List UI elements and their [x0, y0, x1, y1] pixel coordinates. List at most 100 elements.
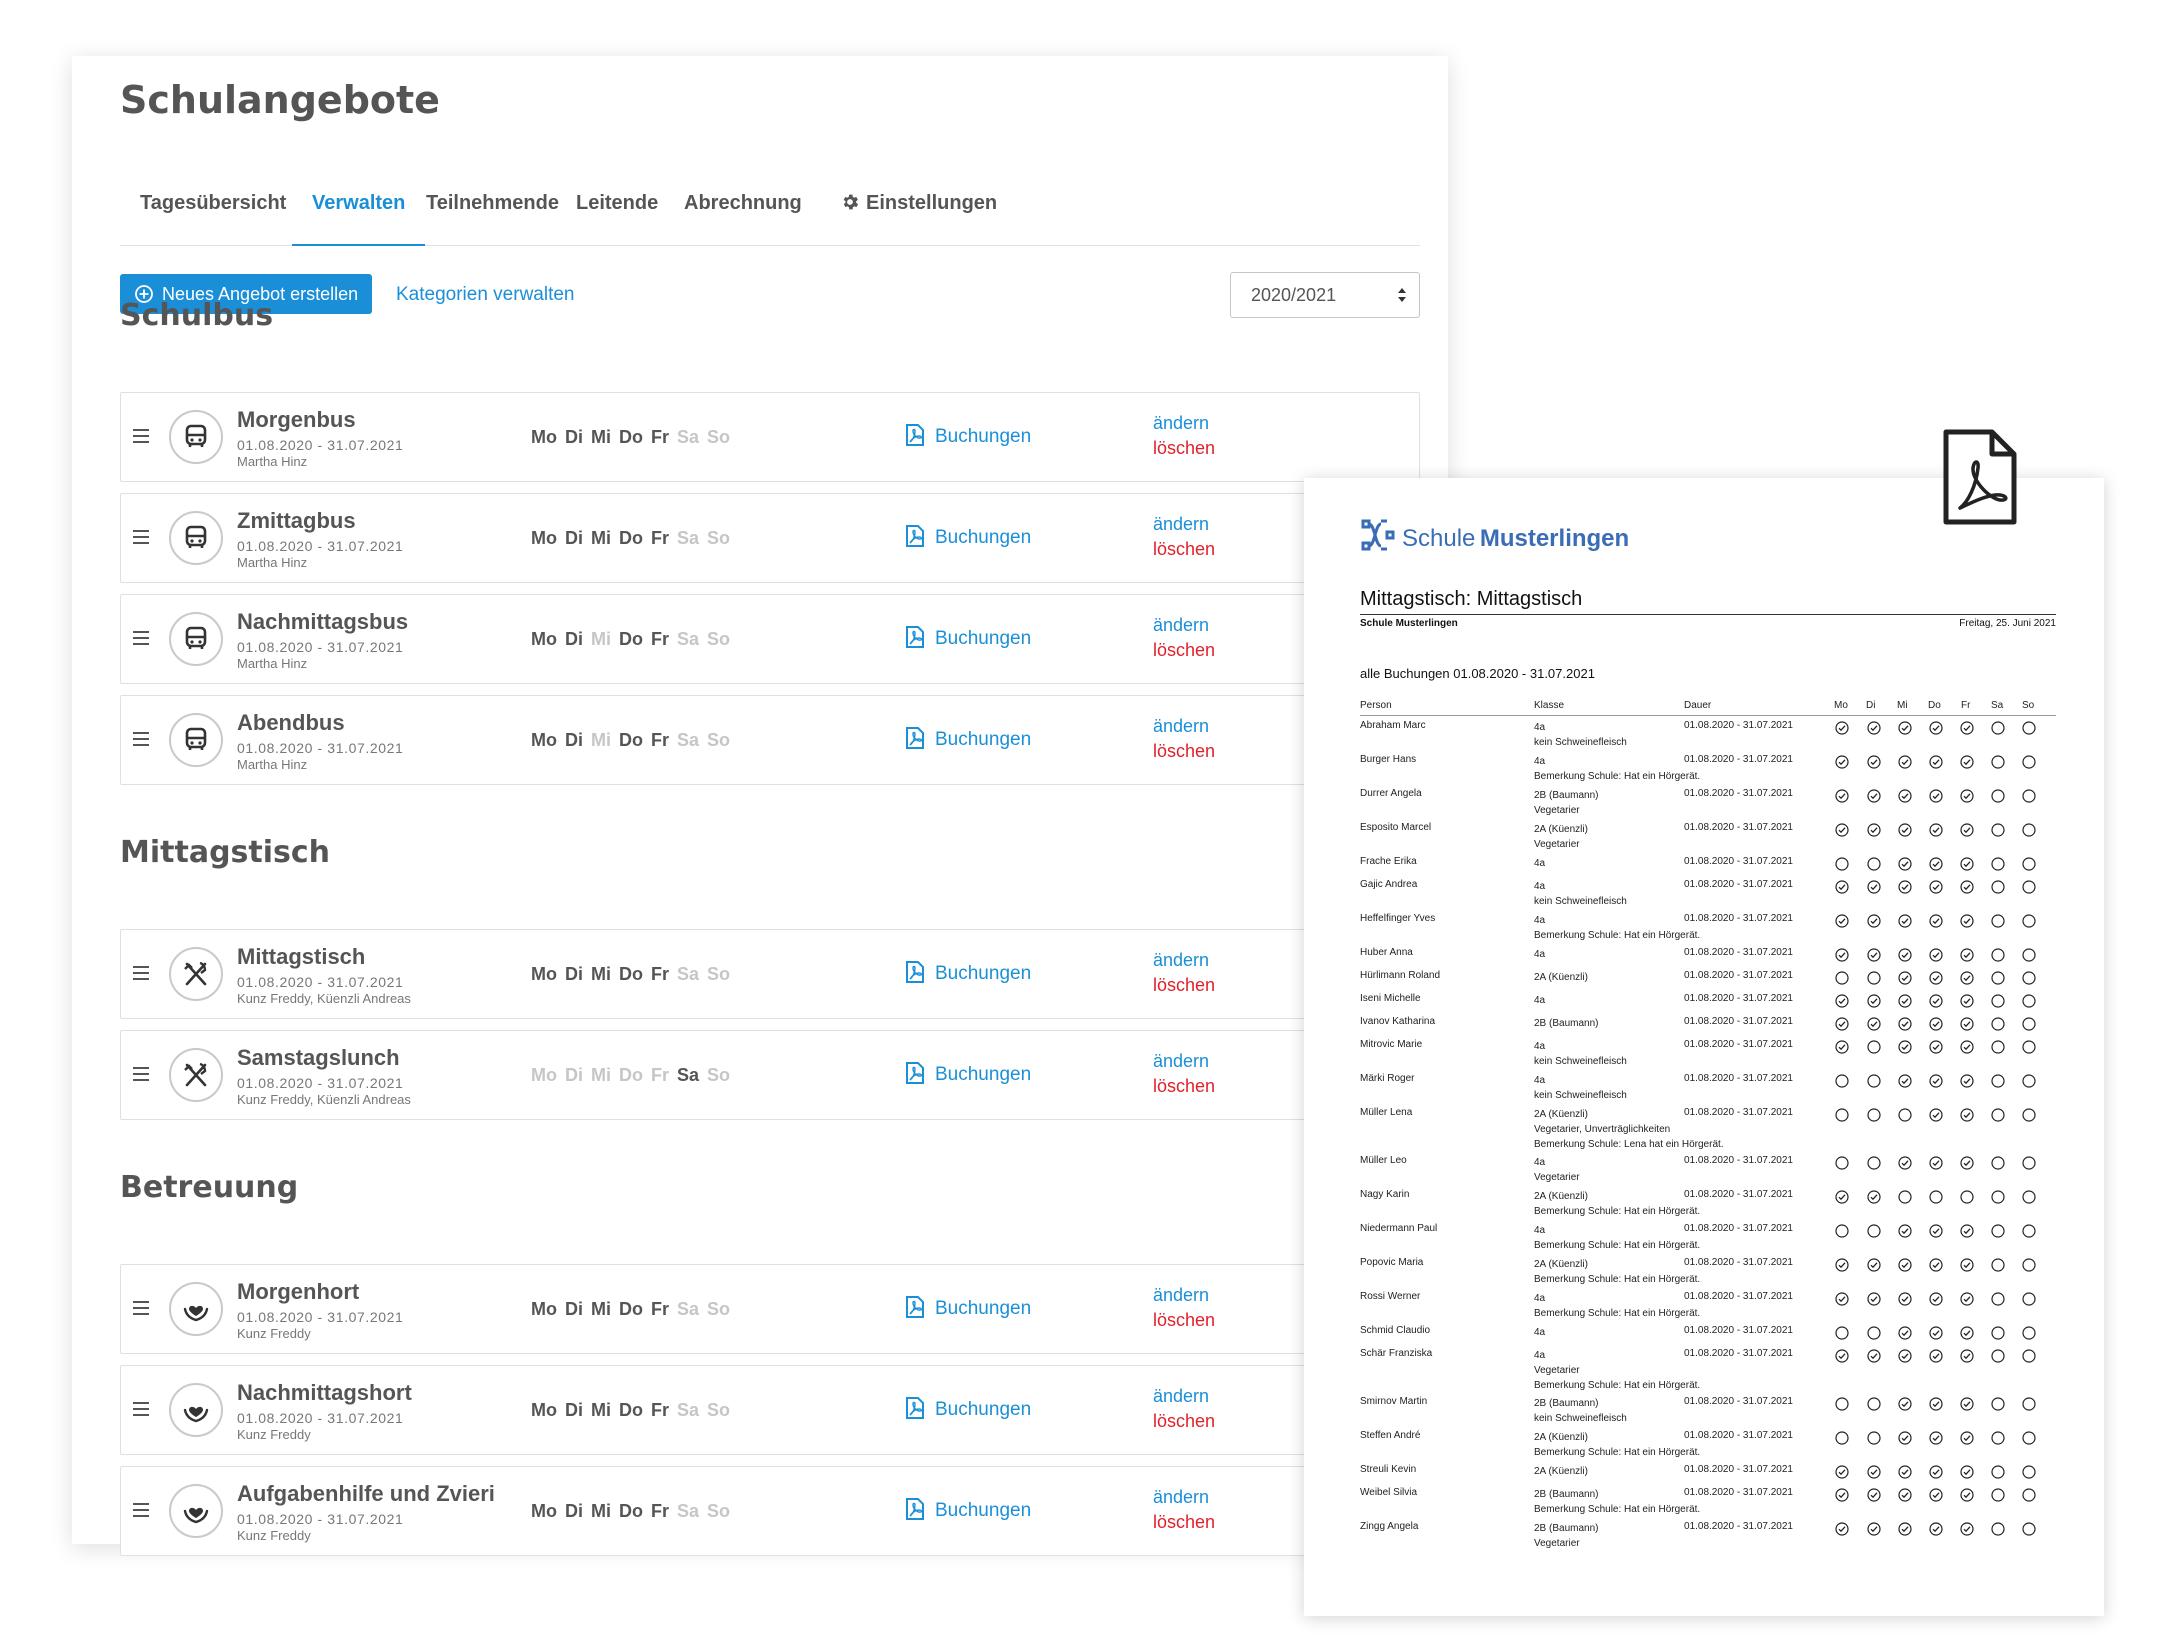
bookings-pdf-link[interactable]: Buchungen — [905, 423, 1031, 448]
pdf-school: Schule Musterlingen — [1360, 618, 1458, 629]
offer-dates: 01.08.2020 - 31.07.2021 — [237, 437, 404, 453]
class-note: Bemerkung Schule: Hat ein Hörgerät. — [1534, 1380, 1701, 1391]
delete-link[interactable]: löschen — [1153, 1411, 1215, 1432]
checked-circle-icon — [1898, 1397, 1912, 1411]
empty-circle-icon — [1991, 1224, 2005, 1238]
weekday-di: Di — [565, 1400, 583, 1420]
edit-link[interactable]: ändern — [1153, 1285, 1209, 1306]
bookings-pdf-link[interactable]: Buchungen — [905, 1497, 1031, 1522]
class-note: Bemerkung Schule: Hat ein Hörgerät. — [1534, 771, 1701, 782]
checked-circle-icon — [1929, 1108, 1943, 1122]
drag-handle-icon[interactable] — [133, 1067, 149, 1081]
empty-circle-icon — [1835, 1326, 1849, 1340]
drag-handle-icon[interactable] — [133, 530, 149, 544]
weekday-sa: Sa — [677, 427, 700, 447]
delete-link[interactable]: löschen — [1153, 1310, 1215, 1331]
year-select[interactable]: 2020/2021 — [1230, 272, 1420, 318]
weekday-mo: Mo — [531, 427, 557, 447]
bookings-pdf-link[interactable]: Buchungen — [905, 1396, 1031, 1421]
duration: 01.08.2020 - 31.07.2021 — [1684, 822, 1793, 833]
offer-name: Morgenbus — [237, 407, 356, 432]
weekday-mo: Mo — [531, 1065, 557, 1085]
weekday-di: Di — [565, 730, 583, 750]
edit-link[interactable]: ändern — [1153, 514, 1209, 535]
col-header-klasse: Klasse — [1534, 700, 1565, 711]
class-note: kein Schweinefleisch — [1534, 1413, 1627, 1424]
weekday-mo: Mo — [531, 1299, 557, 1319]
tab-abrechnung[interactable]: Abrechnung — [664, 166, 822, 246]
section-title: Schulbus — [120, 298, 274, 333]
manage-categories-link[interactable]: Kategorien verwalten — [396, 284, 575, 306]
person-name: Popovic Maria — [1360, 1257, 1424, 1268]
empty-circle-icon — [1898, 1190, 1912, 1204]
tab-einstellungen[interactable]: Einstellungen — [820, 166, 1017, 246]
class-cell: 4a — [1534, 993, 1545, 1008]
drag-handle-icon[interactable] — [133, 966, 149, 980]
drag-handle-icon[interactable] — [133, 631, 149, 645]
class-cell: 2A (Küenzli) Bemerkung Schule: Hat ein Hö… — [1534, 1189, 1700, 1219]
empty-circle-icon — [1835, 1074, 1849, 1088]
drag-handle-icon[interactable] — [133, 1402, 149, 1416]
checked-circle-icon — [1960, 721, 1974, 735]
duration: 01.08.2020 - 31.07.2021 — [1684, 1396, 1793, 1407]
drag-handle-icon[interactable] — [133, 1301, 149, 1315]
weekday-mi: Mi — [591, 629, 611, 649]
checked-circle-icon — [1835, 1349, 1849, 1363]
weekday-mo: Mo — [531, 629, 557, 649]
edit-link[interactable]: ändern — [1153, 1487, 1209, 1508]
edit-link[interactable]: ändern — [1153, 1051, 1209, 1072]
offer-leader: Kunz Freddy — [237, 1326, 311, 1341]
logo-text-school: Schule — [1402, 525, 1476, 552]
bookings-pdf-link[interactable]: Buchungen — [905, 524, 1031, 549]
delete-link[interactable]: löschen — [1153, 438, 1215, 459]
tab-teilnehmende[interactable]: Teilnehmende — [406, 166, 579, 246]
offer-name: Nachmittagshort — [237, 1380, 412, 1405]
bookings-pdf-link[interactable]: Buchungen — [905, 960, 1031, 985]
class-cell: 4a — [1534, 1325, 1545, 1340]
empty-circle-icon — [1867, 1431, 1881, 1445]
bookings-label: Buchungen — [935, 1298, 1032, 1319]
offer-dates: 01.08.2020 - 31.07.2021 — [237, 1075, 404, 1091]
offer-icon — [169, 1484, 223, 1538]
delete-link[interactable]: löschen — [1153, 640, 1215, 661]
delete-link[interactable]: löschen — [1153, 741, 1215, 762]
checked-circle-icon — [1929, 1156, 1943, 1170]
edit-link[interactable]: ändern — [1153, 950, 1209, 971]
delete-link[interactable]: löschen — [1153, 1076, 1215, 1097]
weekday-so: So — [707, 730, 731, 750]
checked-circle-icon — [1867, 721, 1881, 735]
drag-handle-icon[interactable] — [133, 732, 149, 746]
class-cell: 2A (Küenzli) Vegetarier — [1534, 822, 1588, 852]
tab-leitende[interactable]: Leitende — [556, 166, 678, 246]
delete-link[interactable]: löschen — [1153, 539, 1215, 560]
edit-link[interactable]: ändern — [1153, 1386, 1209, 1407]
checked-circle-icon — [1960, 1156, 1974, 1170]
tab-tagesuebersicht[interactable]: Tagesübersicht — [120, 166, 306, 246]
edit-link[interactable]: ändern — [1153, 615, 1209, 636]
bookings-pdf-link[interactable]: Buchungen — [905, 1295, 1031, 1320]
duration: 01.08.2020 - 31.07.2021 — [1684, 970, 1793, 981]
class-name: 4a — [1534, 1225, 1546, 1236]
pdf-preview: Schule Musterlingen Mittagstisch: Mittag… — [1304, 478, 2104, 1616]
drag-handle-icon[interactable] — [133, 1503, 149, 1517]
pdf-icon — [906, 1296, 924, 1318]
checked-circle-icon — [1929, 755, 1943, 769]
empty-circle-icon — [1835, 971, 1849, 985]
offer-icon — [169, 947, 223, 1001]
class-note: Vegetarier, Unverträglichkeiten — [1534, 1124, 1671, 1135]
drag-handle-icon[interactable] — [133, 429, 149, 443]
bookings-pdf-link[interactable]: Buchungen — [905, 1061, 1031, 1086]
empty-circle-icon — [2022, 1292, 2036, 1306]
edit-link[interactable]: ändern — [1153, 716, 1209, 737]
col-header-person: Person — [1360, 700, 1392, 711]
delete-link[interactable]: löschen — [1153, 1512, 1215, 1533]
class-cell: 4a Bemerkung Schule: Hat ein Hörgerät. — [1534, 754, 1700, 784]
class-note: kein Schweinefleisch — [1534, 737, 1627, 748]
empty-circle-icon — [2022, 1074, 2036, 1088]
bookings-pdf-link[interactable]: Buchungen — [905, 625, 1031, 650]
empty-circle-icon — [1867, 1108, 1881, 1122]
bookings-pdf-link[interactable]: Buchungen — [905, 726, 1031, 751]
edit-link[interactable]: ändern — [1153, 413, 1209, 434]
delete-link[interactable]: löschen — [1153, 975, 1215, 996]
class-name: 2B (Baumann) — [1534, 1489, 1599, 1500]
